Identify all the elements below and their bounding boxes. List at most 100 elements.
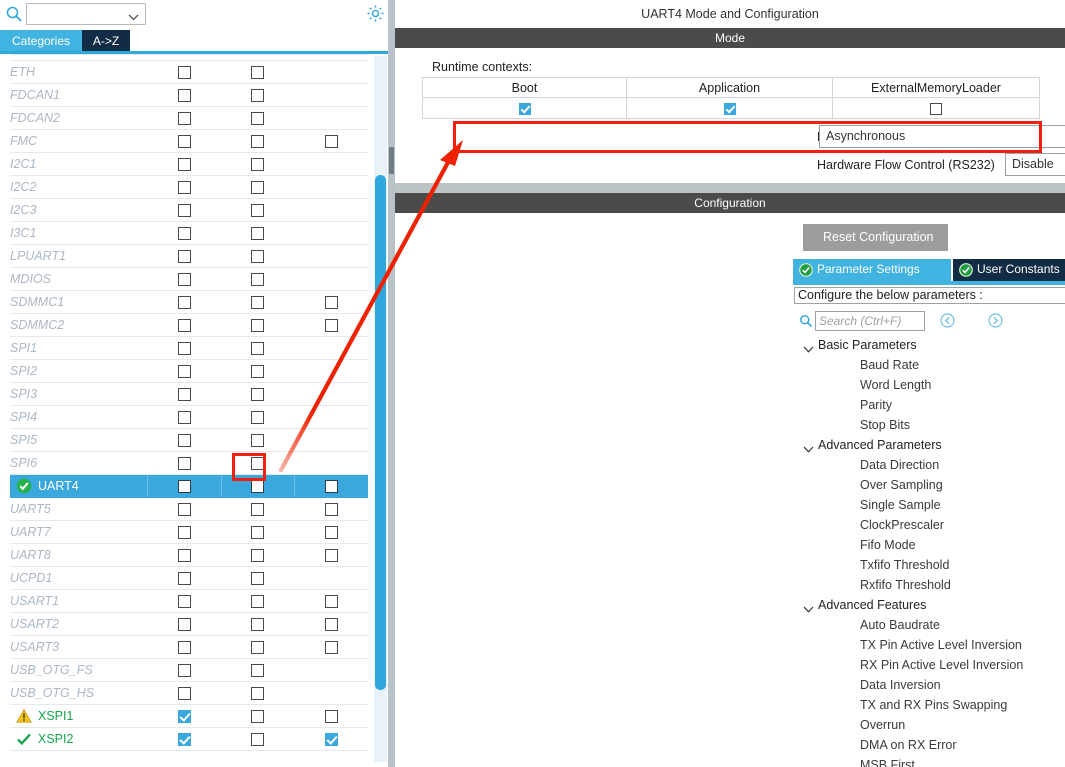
peripheral-checkbox-cell-2[interactable] [221,60,295,84]
parameter-row[interactable]: ClockPrescaler1 [794,516,1065,536]
peripheral-checkbox[interactable] [251,365,265,379]
parameter-group-header[interactable]: Advanced Features [794,596,1065,616]
peripheral-checkbox[interactable] [251,112,265,126]
table-row[interactable]: LPUART1 [10,244,368,268]
peripheral-checkbox[interactable] [177,733,191,747]
peripheral-checkbox[interactable] [177,365,191,379]
peripheral-checkbox[interactable] [324,618,338,632]
splitter-grip[interactable] [389,147,394,174]
table-row[interactable]: UART4 [10,474,368,498]
peripheral-checkbox-cell-1[interactable] [147,106,222,130]
table-row[interactable]: FDCAN1 [10,83,368,107]
table-row[interactable]: I2C2 [10,175,368,199]
peripheral-checkbox-cell-2[interactable] [221,106,295,130]
runtime-context-checkbox[interactable] [723,102,736,115]
peripheral-checkbox-cell-1[interactable] [147,727,222,751]
peripheral-name-cell[interactable]: FDCAN1 [10,83,148,107]
peripheral-checkbox[interactable] [251,181,265,195]
peripheral-checkbox-cell-1[interactable] [147,313,222,337]
peripheral-checkbox[interactable] [251,687,265,701]
panel-splitter[interactable] [388,0,395,767]
peripheral-checkbox-cell-2[interactable] [221,83,295,107]
table-row[interactable]: SPI1 [10,336,368,360]
peripheral-checkbox-cell-3[interactable] [294,612,368,636]
peripheral-checkbox[interactable] [324,503,338,517]
runtime-context-checkbox-cell[interactable] [422,97,627,119]
peripheral-checkbox[interactable] [324,296,338,310]
peripheral-checkbox[interactable] [177,595,191,609]
peripheral-checkbox[interactable] [177,273,191,287]
peripheral-checkbox-cell-1[interactable] [147,221,222,245]
peripheral-name-cell[interactable]: SDMMC1 [10,290,148,314]
table-row[interactable]: USART1 [10,589,368,613]
table-row[interactable]: UART7 [10,520,368,544]
peripheral-checkbox-cell-2[interactable] [221,543,295,567]
peripheral-checkbox-cell-2[interactable] [221,727,295,751]
peripheral-name-cell[interactable]: XSPI2 [10,727,148,751]
peripheral-name-cell[interactable]: I3C1 [10,221,148,245]
table-row[interactable]: USART2 [10,612,368,636]
peripheral-checkbox[interactable] [324,733,338,747]
peripheral-checkbox-cell-1[interactable] [147,129,222,153]
table-row[interactable]: USB_OTG_HS [10,681,368,705]
table-row[interactable]: MDIOS [10,267,368,291]
peripheral-checkbox[interactable] [177,89,191,103]
peripheral-name-cell[interactable]: UCPD1 [10,566,148,590]
parameter-row[interactable]: MSB FirstDisable [794,756,1065,767]
peripheral-name-cell[interactable]: SPI4 [10,405,148,429]
peripheral-name-cell[interactable]: SPI6 [10,451,148,475]
peripheral-checkbox[interactable] [177,227,191,241]
peripheral-name-cell[interactable]: USB_OTG_FS [10,658,148,682]
peripheral-checkbox-cell-3[interactable] [294,727,368,751]
peripheral-checkbox-cell-1[interactable] [147,520,222,544]
peripheral-checkbox-cell-3[interactable] [294,474,368,498]
peripheral-checkbox-cell-2[interactable] [221,129,295,153]
peripheral-checkbox[interactable] [177,135,191,149]
tab-parameter-settings[interactable]: Parameter Settings [793,259,953,281]
peripheral-checkbox-cell-1[interactable] [147,543,222,567]
peripheral-checkbox[interactable] [324,526,338,540]
table-row[interactable]: SPI4 [10,405,368,429]
peripheral-checkbox-cell-1[interactable] [147,198,222,222]
peripheral-checkbox-cell-1[interactable] [147,566,222,590]
parameter-row[interactable]: RX Pin Active Level InversionDisable [794,656,1065,676]
table-row[interactable]: SPI5 [10,428,368,452]
peripheral-checkbox[interactable] [177,434,191,448]
peripheral-checkbox[interactable] [177,549,191,563]
peripheral-checkbox[interactable] [251,457,265,471]
peripheral-checkbox[interactable] [177,457,191,471]
table-row[interactable]: UART5 [10,497,368,521]
peripheral-checkbox-cell-2[interactable] [220,474,295,498]
peripheral-checkbox-cell-2[interactable] [221,405,295,429]
peripheral-checkbox-cell-1[interactable] [147,83,222,107]
peripheral-checkbox[interactable] [177,687,191,701]
parameter-row[interactable]: Txfifo Threshold1 eighth full configurat… [794,556,1065,576]
peripheral-checkbox[interactable] [251,66,265,80]
peripheral-checkbox[interactable] [251,434,265,448]
peripheral-checkbox[interactable] [177,181,191,195]
peripheral-checkbox-cell-2[interactable] [221,382,295,406]
peripheral-checkbox-cell-2[interactable] [221,681,295,705]
parameter-row[interactable]: Data DirectionReceive and Transmit [794,456,1065,476]
peripheral-checkbox-cell-2[interactable] [221,152,295,176]
parameter-row[interactable]: DMA on RX ErrorEnable [794,736,1065,756]
runtime-context-checkbox[interactable] [930,102,942,115]
parameter-row[interactable]: TX and RX Pins SwappingDisable [794,696,1065,716]
peripheral-name-cell[interactable]: XSPI1 [10,704,148,728]
table-row[interactable]: I3C1 [10,221,368,245]
runtime-context-checkbox-cell[interactable] [832,97,1040,119]
peripheral-name-cell[interactable]: ETH [10,60,148,84]
parameter-group-header[interactable]: Advanced Parameters [794,436,1065,456]
peripheral-checkbox[interactable] [177,296,191,310]
peripheral-checkbox[interactable] [251,710,265,724]
table-row[interactable]: SPI6 [10,451,368,475]
peripheral-checkbox-cell-3[interactable] [294,313,368,337]
peripheral-checkbox[interactable] [177,388,191,402]
peripheral-checkbox-cell-2[interactable] [221,313,295,337]
table-row[interactable]: USB_OTG_FS [10,658,368,682]
peripheral-name-cell[interactable]: MDIOS [10,267,148,291]
peripheral-checkbox-cell-2[interactable] [221,520,295,544]
peripheral-checkbox[interactable] [324,595,338,609]
chevron-left-circle-icon[interactable] [940,313,955,328]
table-row[interactable]: UART8 [10,543,368,567]
